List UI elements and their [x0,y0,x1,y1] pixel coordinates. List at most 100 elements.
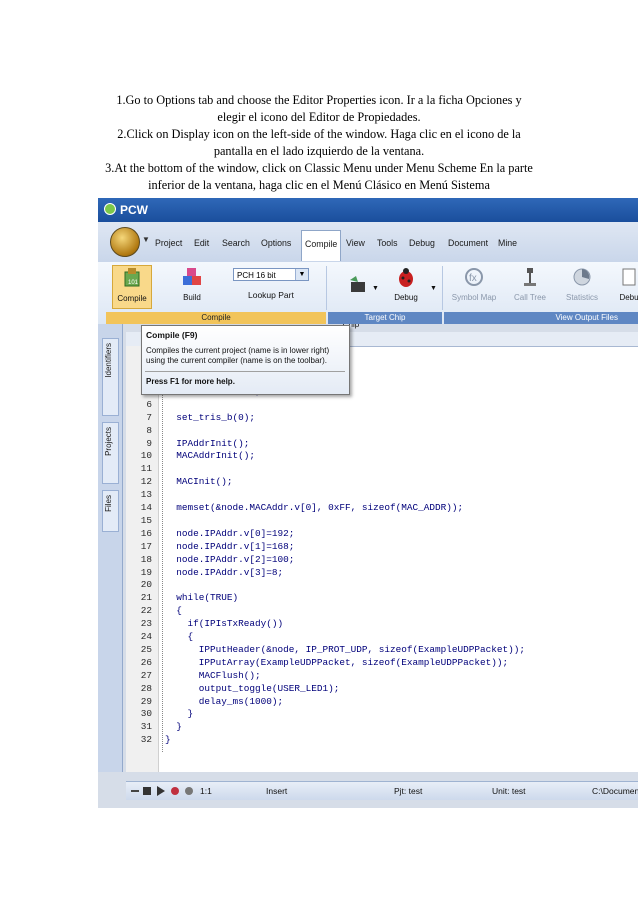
menu-compile[interactable]: Compile [301,230,342,261]
line-number: 24 [140,631,152,642]
instruction-text: 1.Go to Options tab and choose the Edito… [0,92,638,194]
lookup-part-button[interactable]: Lookup Part [248,290,294,300]
line-number: 27 [140,669,152,681]
insert-mode: Insert [266,786,288,796]
debug-output-button[interactable]: Debu [614,265,638,309]
instruction-line: pantalla en el lado izquierdo de la vent… [213,144,425,158]
debug-button[interactable]: Debug [388,265,424,309]
menu-tools[interactable]: Tools [377,238,398,248]
application-menu-button[interactable] [110,227,140,257]
code-editor[interactable]: 4{5 NODE_INFO node;67 set_tris_b(0);89 I… [126,332,638,772]
line-number: 16 [140,527,152,539]
unit-name: Unit: test [492,786,526,796]
code-line: 8 [126,424,638,437]
code-text: node.IPAddr.v[1]=168; [165,540,295,552]
record-icon[interactable] [170,786,180,796]
code-line: 18 node.IPAddr.v[2]=100; [126,553,638,566]
code-text: IPAddrInit(); [165,437,250,449]
code-line: 32} [126,733,638,746]
chip-icon [349,276,365,292]
code-text: node.IPAddr.v[2]=100; [165,553,295,565]
line-number: 29 [140,695,152,707]
menu-view[interactable]: View [346,238,365,248]
symbol-map-button[interactable]: fx Symbol Map [448,265,500,309]
chip-select[interactable]: PCH 16 bit ▼ [233,268,309,281]
code-line: 13 [126,488,638,501]
instruction-line: 3.At the bottom of the window, click on … [105,161,533,175]
line-number: 28 [140,682,152,694]
code-line: 15 [126,514,638,527]
debug-file-icon [622,268,636,286]
instruction-line: elegir el icono del Editor de Propiedade… [217,110,421,124]
tooltip-title: Compile (F9) [146,330,198,340]
code-text: node.IPAddr.v[0]=192; [165,527,295,539]
chevron-down-icon[interactable]: ▼ [372,284,379,293]
line-number: 21 [140,592,152,604]
status-bar: 1:1 Insert Pjt: test Unit: test C:\Docum… [126,781,638,800]
code-line: 29 delay_ms(1000); [126,695,638,708]
menu-edit[interactable]: Edit [194,238,209,248]
app-logo-icon [104,203,116,215]
window-title: PCW [120,203,148,217]
code-text: } [165,721,182,733]
line-number: 10 [140,450,152,462]
line-number: 25 [140,643,152,655]
chevron-down-icon[interactable]: ▼ [142,235,150,244]
menu-debug[interactable]: Debug [409,238,435,248]
code-line: 30 } [126,707,638,720]
build-button[interactable]: Build [174,265,210,309]
code-line: 31 } [126,720,638,733]
tab-identifiers-label: Identifiers [104,343,113,378]
tab-files[interactable]: Files [102,490,119,532]
left-sidebar: Identifiers Projects Files [98,324,123,772]
bug-icon [399,268,413,287]
call-tree-button[interactable]: Call Tree [508,265,552,309]
tooltip-divider [145,371,345,372]
tab-files-label: Files [104,495,113,512]
chevron-down-icon[interactable]: ▼ [430,284,437,293]
line-number: 26 [140,656,152,668]
menu-search[interactable]: Search [222,238,250,248]
statistics-label: Statistics [565,293,598,302]
menu-options[interactable]: Options [261,238,291,248]
svg-text:101: 101 [128,280,139,286]
code-line: 22 { [126,604,638,617]
tab-identifiers[interactable]: Identifiers [102,338,119,416]
cursor-position: 1:1 [200,786,212,796]
code-line: 17 node.IPAddr.v[1]=168; [126,540,638,553]
line-number: 15 [140,514,152,526]
tooltip-description: using the current compiler (name is on t… [146,356,327,365]
minus-icon[interactable] [130,786,140,796]
line-number: 6 [146,398,152,410]
statistics-icon [573,268,591,286]
chevron-down-icon[interactable]: ▼ [295,269,308,280]
code-text: } [165,734,171,746]
code-text: } [165,708,194,720]
code-text: node.IPAddr.v[3]=8; [165,566,284,578]
code-line: 14 memset(&node.MACAddr.v[0], 0xFF, size… [126,501,638,514]
call-tree-icon [524,268,536,286]
compile-tooltip: Compile (F9) Compiles the current projec… [141,325,350,395]
program-chip-button[interactable]: Program Chip [332,265,370,329]
tab-projects[interactable]: Projects [102,422,119,484]
code-line: 10 MACAddrInit(); [126,449,638,462]
compile-button[interactable]: 101 Compile [112,265,152,309]
stop-icon[interactable] [184,786,194,796]
menu-mine[interactable]: Mine [498,238,517,248]
file-path: C:\Documen [592,786,638,796]
line-number: 11 [140,463,152,475]
play-icon[interactable] [156,786,166,796]
code-line: 12 MACInit(); [126,475,638,488]
code-line: 16 node.IPAddr.v[0]=192; [126,527,638,540]
code-line: 6 [126,398,638,411]
code-text: IPPutArray(ExampleUDPPacket, sizeof(Exam… [165,656,509,668]
statistics-button[interactable]: Statistics [560,265,604,309]
menu-project[interactable]: Project [155,238,182,248]
line-number: 31 [140,721,152,733]
menu-bar: ▼ Project Edit Search Options Compile Vi… [98,222,638,263]
menu-document[interactable]: Document [448,238,488,248]
line-number: 22 [140,605,152,617]
save-icon[interactable] [142,786,152,796]
code-line: 25 IPPutHeader(&node, IP_PROT_UDP, sizeo… [126,643,638,656]
line-number: 9 [146,437,152,449]
